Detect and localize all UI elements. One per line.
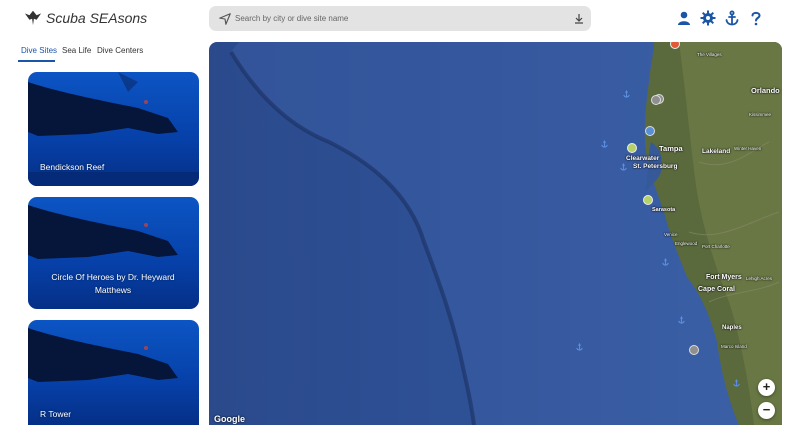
map-label-lehigh-acres: Lehigh Acres	[746, 276, 773, 281]
card-title: Circle Of Heroes by Dr. Heyward Matthews	[51, 272, 175, 295]
anchor-marker-icon[interactable]	[575, 342, 584, 352]
dive-center-marker[interactable]	[645, 126, 655, 136]
search-bar[interactable]	[209, 6, 591, 31]
tab-sea-life[interactable]: Sea Life	[62, 46, 91, 55]
sea-life-marker[interactable]	[627, 143, 637, 153]
satellite-map-image	[209, 42, 782, 425]
tab-dive-sites[interactable]: Dive Sites	[21, 46, 57, 55]
anchor-marker-icon[interactable]	[732, 378, 741, 388]
dive-center-marker[interactable]	[651, 95, 661, 105]
map-label-kissimmee: Kissimmee	[749, 112, 772, 117]
sea-life-marker[interactable]	[643, 195, 653, 205]
dive-site-map[interactable]: Tampa Clearwater St. Petersburg Lakeland…	[209, 42, 782, 425]
tab-dive-centers[interactable]: Dive Centers	[97, 46, 143, 55]
map-label-venice: Venice	[664, 232, 678, 237]
anchor-marker-icon[interactable]	[600, 139, 609, 149]
anchor-icon[interactable]	[724, 10, 740, 26]
map-label-st-petersburg: St. Petersburg	[633, 163, 678, 170]
card-title: Bendickson Reef	[40, 162, 105, 172]
dive-site-card[interactable]: R Tower	[28, 320, 199, 425]
map-label-cape-coral: Cape Coral	[698, 286, 735, 293]
zoom-out-button[interactable]: −	[758, 402, 775, 419]
map-label-sarasota: Sarasota	[652, 207, 676, 213]
zoom-in-button[interactable]: +	[758, 379, 775, 396]
dive-site-card[interactable]: Circle Of Heroes by Dr. Heyward Matthews	[28, 197, 199, 309]
dive-center-marker[interactable]	[689, 345, 699, 355]
map-label-lakeland: Lakeland	[702, 148, 731, 155]
user-icon[interactable]	[676, 10, 692, 26]
dive-site-card[interactable]: Bendickson Reef	[28, 72, 199, 186]
anchor-marker-icon[interactable]	[619, 162, 628, 172]
manta-ray-logo-icon[interactable]	[24, 8, 42, 26]
anchor-marker-icon[interactable]	[622, 89, 631, 99]
download-arrow-icon[interactable]	[574, 13, 584, 24]
map-label-clearwater: Clearwater	[626, 155, 660, 162]
search-input[interactable]	[235, 9, 565, 28]
help-icon[interactable]	[748, 10, 764, 26]
gear-icon[interactable]	[700, 10, 716, 26]
app-header: Scuba SEAsons	[0, 0, 800, 38]
map-label-naples: Naples	[722, 325, 742, 331]
map-label-englewood: Englewood	[675, 241, 698, 246]
navigation-arrow-icon[interactable]	[218, 12, 232, 26]
google-attribution[interactable]: Google	[214, 414, 245, 424]
map-label-orlando: Orlando	[751, 86, 780, 95]
active-tab-indicator	[18, 60, 55, 62]
map-label-tampa: Tampa	[659, 144, 683, 153]
card-title: R Tower	[40, 409, 72, 419]
map-label-the-villages: The Villages	[697, 52, 722, 57]
map-label-fort-myers: Fort Myers	[706, 274, 742, 281]
app-title[interactable]: Scuba SEAsons	[46, 10, 147, 26]
map-label-marco-island: Marco Island	[721, 344, 747, 349]
anchor-marker-icon[interactable]	[677, 315, 686, 325]
map-label-winter-haven: Winter Haven	[734, 146, 762, 151]
map-label-port-charlotte: Port Charlotte	[702, 244, 730, 249]
anchor-marker-icon[interactable]	[661, 257, 670, 267]
